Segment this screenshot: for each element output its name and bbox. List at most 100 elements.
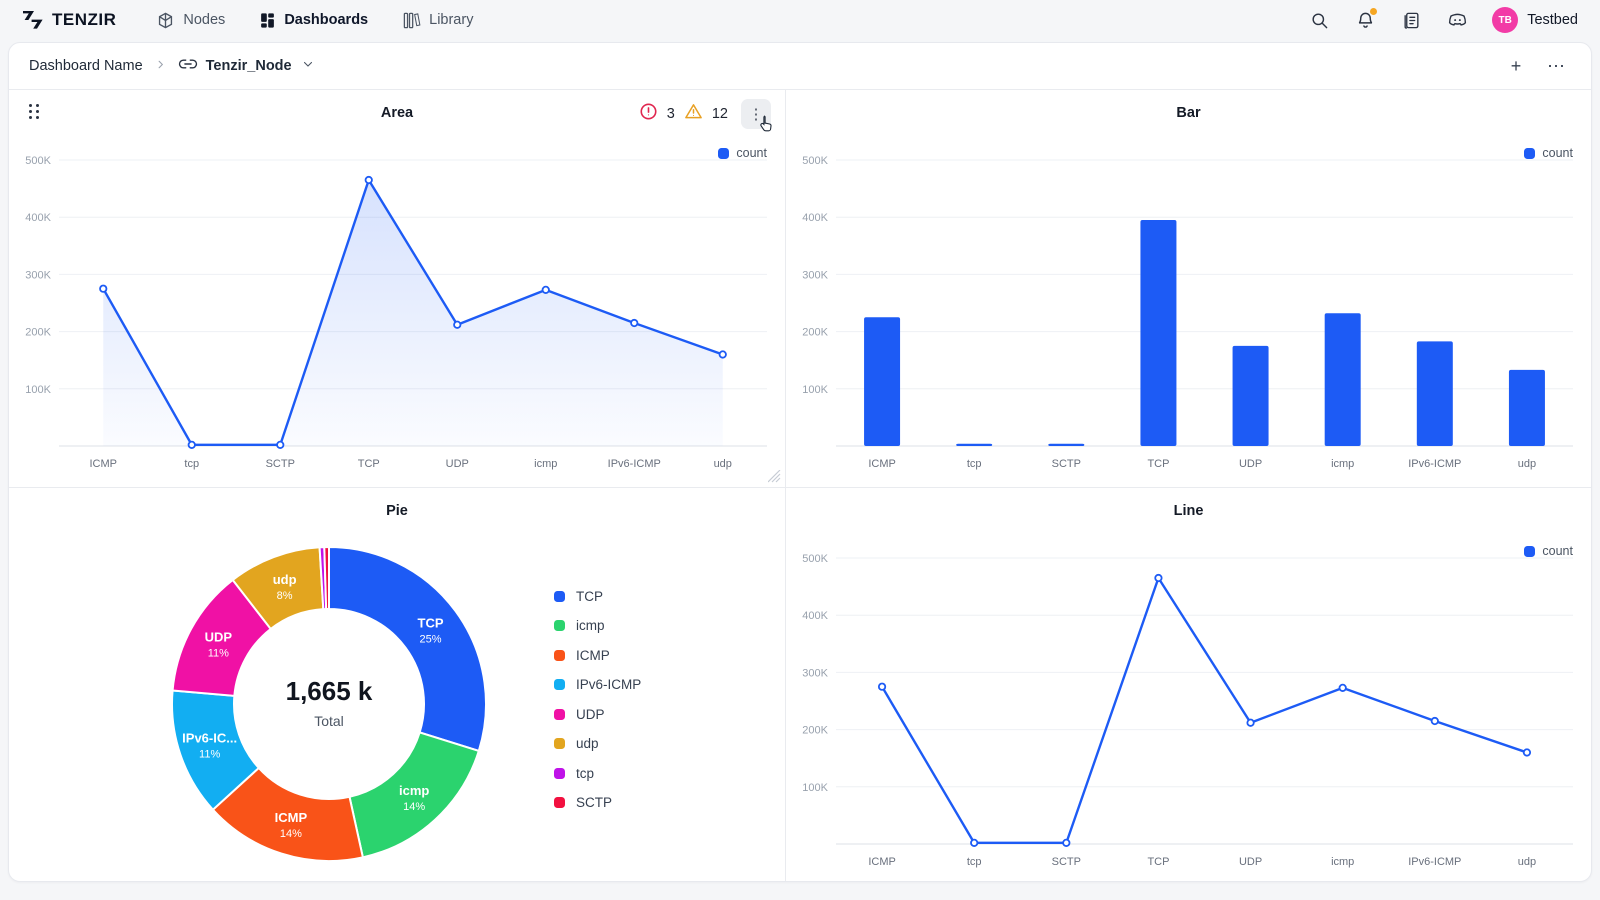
svg-text:14%: 14% [403, 801, 425, 813]
pie-chart-canvas: TCP25%icmp14%ICMP14%IPv6-IC...11%UDP11%u… [9, 536, 785, 882]
chevron-down-icon[interactable] [302, 57, 314, 75]
svg-text:8%: 8% [277, 590, 293, 602]
svg-text:400K: 400K [802, 212, 828, 224]
svg-text:14%: 14% [280, 828, 302, 840]
svg-text:IPv6-ICMP: IPv6-ICMP [608, 458, 661, 470]
pie-legend-item[interactable]: tcp [554, 765, 641, 781]
legend-label: icmp [576, 618, 605, 633]
svg-text:UDP: UDP [446, 458, 469, 470]
search-icon[interactable] [1308, 9, 1330, 31]
panel-menu-button[interactable]: ⋮ [741, 99, 771, 129]
svg-text:icmp: icmp [399, 783, 429, 798]
svg-text:TCP: TCP [418, 615, 444, 630]
error-icon[interactable] [639, 102, 658, 126]
svg-text:tcp: tcp [967, 458, 982, 470]
nav-item-label: Nodes [183, 12, 225, 28]
panel-title: Pie [9, 503, 785, 519]
breadcrumb-dashboard-name[interactable]: Dashboard Name [29, 58, 143, 74]
nav-item-label: Dashboards [284, 12, 368, 28]
svg-text:ICMP: ICMP [868, 856, 896, 868]
svg-text:tcp: tcp [967, 856, 982, 868]
panel-bar-header: Bar [786, 90, 1591, 138]
legend-marker [718, 148, 729, 159]
legend-count[interactable]: count [1524, 544, 1573, 558]
pie-legend-item[interactable]: SCTP [554, 795, 641, 811]
resize-handle-icon[interactable] [768, 470, 781, 483]
legend-count[interactable]: count [1524, 146, 1573, 160]
line-chart-canvas: 100K200K300K400K500KICMPtcpSCTPTCPUDPicm… [786, 536, 1591, 882]
legend-marker [554, 591, 565, 602]
pie-legend-item[interactable]: TCP [554, 588, 641, 604]
legend-marker [554, 738, 565, 749]
dashboard-more-button[interactable]: ⋯ [1541, 51, 1571, 81]
panel-line: Line 100K200K300K400K500KICMPtcpSCTPTCPU… [786, 488, 1591, 882]
svg-text:500K: 500K [25, 155, 51, 167]
pie-legend-item[interactable]: udp [554, 736, 641, 752]
svg-text:11%: 11% [208, 648, 229, 660]
cube-icon [156, 11, 175, 30]
nav-item-library[interactable]: Library [402, 11, 473, 30]
svg-text:udp: udp [1518, 458, 1536, 470]
svg-text:TCP: TCP [358, 458, 380, 470]
legend-label: udp [576, 736, 599, 751]
top-navigation: TENZIR Nodes Dashboards Library [0, 0, 1600, 40]
chevron-right-icon [155, 57, 166, 75]
breadcrumb-node-name[interactable]: Tenzir_Node [206, 58, 292, 74]
svg-text:ICMP: ICMP [868, 458, 896, 470]
nav-item-nodes[interactable]: Nodes [156, 11, 225, 30]
svg-text:100K: 100K [25, 384, 51, 396]
svg-text:TCP: TCP [1147, 458, 1169, 470]
legend-marker [554, 620, 565, 631]
legend-marker [554, 709, 565, 720]
svg-text:SCTP: SCTP [1052, 856, 1081, 868]
panel-pie: Pie TCP25%icmp14%ICMP14%IPv6-IC...11%UDP… [9, 488, 785, 882]
legend-marker [1524, 148, 1535, 159]
add-chart-button[interactable]: + [1501, 51, 1531, 81]
svg-text:1,665 k: 1,665 k [286, 676, 373, 706]
svg-text:200K: 200K [802, 725, 828, 737]
pie-legend-item[interactable]: IPv6-ICMP [554, 677, 641, 693]
nav-item-label: Library [429, 12, 473, 28]
error-count: 3 [667, 106, 675, 122]
legend-label: TCP [576, 589, 603, 604]
svg-text:300K: 300K [802, 667, 828, 679]
svg-text:tcp: tcp [184, 458, 199, 470]
svg-text:udp: udp [714, 458, 732, 470]
pie-legend-item[interactable]: UDP [554, 706, 641, 722]
link-icon [178, 57, 198, 76]
svg-text:25%: 25% [420, 633, 442, 645]
user-menu[interactable]: TB Testbed [1492, 7, 1578, 33]
legend-label: SCTP [576, 795, 612, 810]
pie-legend-item[interactable]: ICMP [554, 647, 641, 663]
legend-marker [554, 679, 565, 690]
panel-area-header: Area 3 12 ⋮ [9, 90, 785, 138]
svg-text:400K: 400K [25, 212, 51, 224]
library-icon [402, 11, 421, 30]
svg-text:icmp: icmp [1331, 458, 1354, 470]
legend-count[interactable]: count [718, 146, 767, 160]
svg-text:11%: 11% [199, 748, 220, 760]
svg-text:200K: 200K [25, 327, 51, 339]
nav-item-dashboards[interactable]: Dashboards [259, 12, 368, 29]
svg-text:ICMP: ICMP [275, 810, 308, 825]
svg-text:100K: 100K [802, 384, 828, 396]
changelog-icon[interactable] [1400, 9, 1422, 31]
legend-marker [554, 797, 565, 808]
legend-marker [554, 650, 565, 661]
svg-text:udp: udp [1518, 856, 1536, 868]
notification-dot [1370, 8, 1377, 15]
svg-text:IPv6-ICMP: IPv6-ICMP [1408, 458, 1461, 470]
discord-icon[interactable] [1446, 9, 1468, 31]
svg-text:SCTP: SCTP [1052, 458, 1081, 470]
panel-bar: Bar 100K200K300K400K500KICMPtcpSCTPTCPUD… [786, 90, 1591, 487]
tenzir-logo[interactable]: TENZIR [22, 10, 116, 30]
pie-legend-item[interactable]: icmp [554, 618, 641, 634]
warning-icon[interactable] [684, 102, 703, 126]
svg-text:SCTP: SCTP [266, 458, 295, 470]
panel-line-header: Line [786, 488, 1591, 536]
user-name: Testbed [1527, 12, 1578, 28]
notifications-bell-icon[interactable] [1354, 9, 1376, 31]
svg-text:UDP: UDP [1239, 856, 1262, 868]
svg-text:ICMP: ICMP [90, 458, 118, 470]
svg-text:400K: 400K [802, 610, 828, 622]
